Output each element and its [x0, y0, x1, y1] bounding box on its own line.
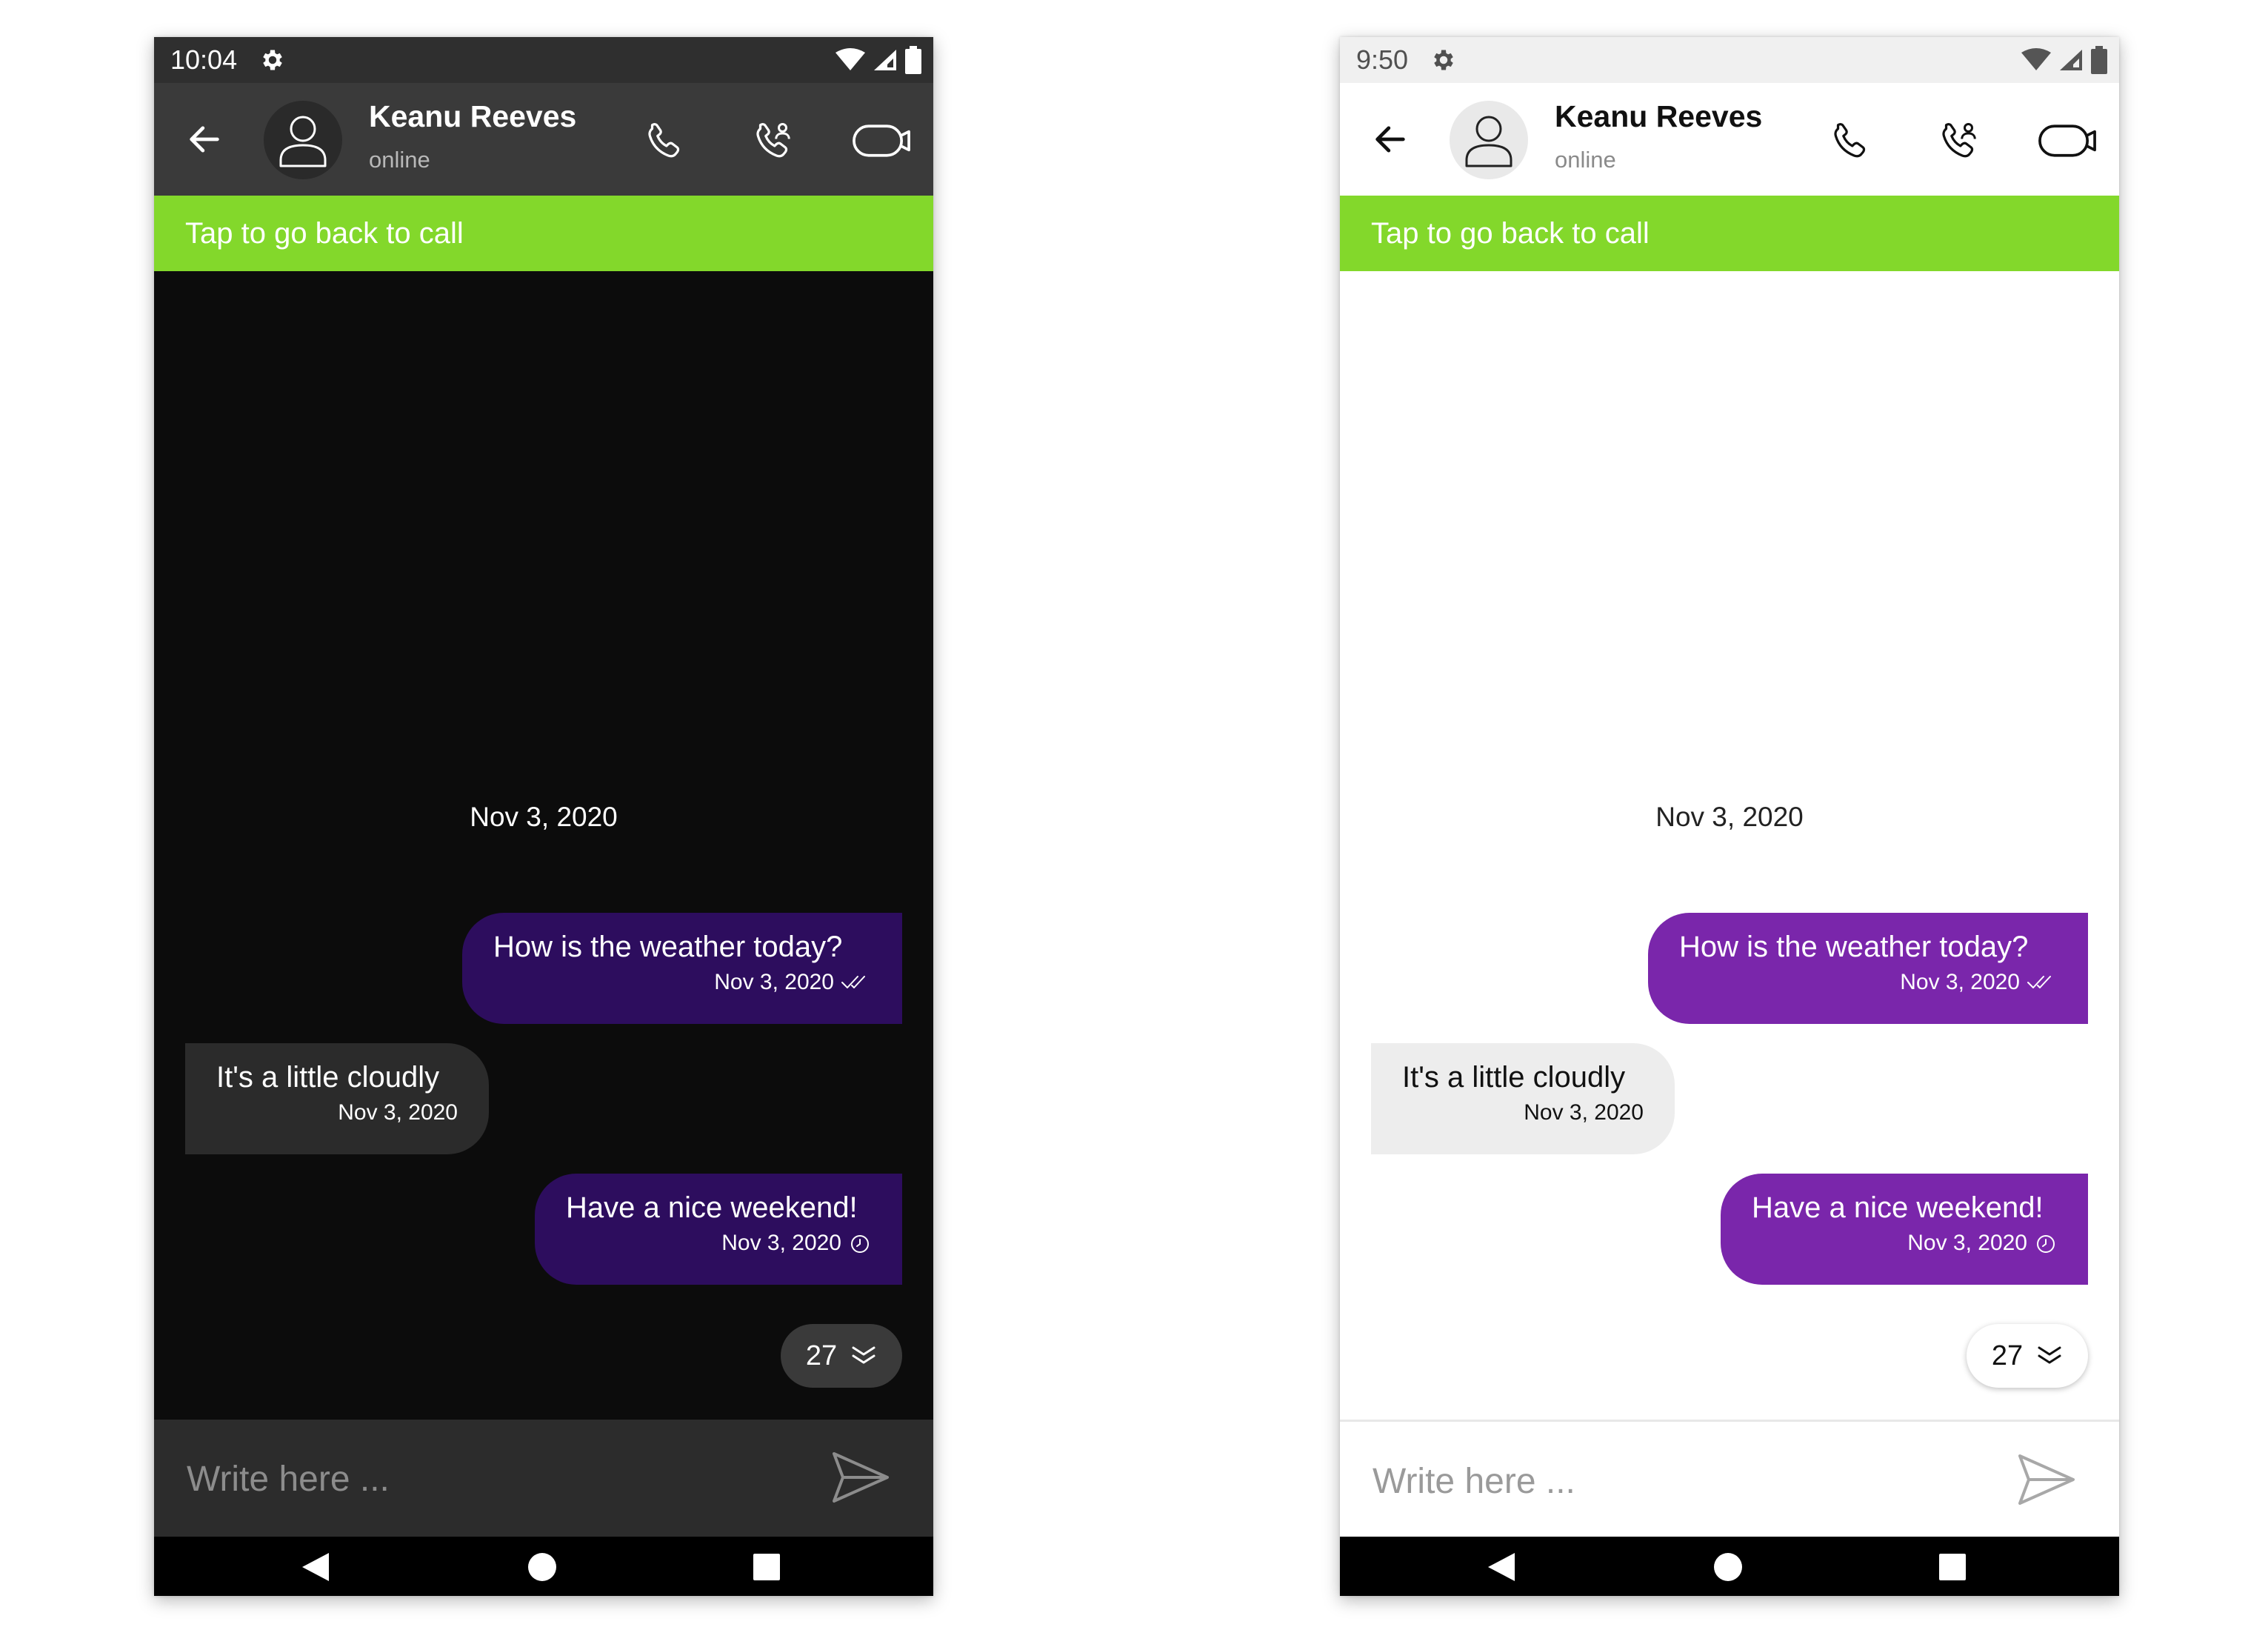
wifi-icon	[836, 48, 865, 70]
unread-count: 27	[1991, 1340, 2024, 1371]
contact-status: online	[369, 147, 430, 173]
status-bar: 9:50	[1340, 37, 2119, 83]
chat-header: Keanu Reeves online	[154, 83, 933, 196]
settings-gear-icon	[1434, 50, 1453, 70]
battery-icon	[905, 46, 921, 74]
message-list[interactable]: Nov 3, 2020 How is the weather today? No…	[154, 271, 933, 1420]
message-composer	[1340, 1420, 2119, 1537]
contact-avatar[interactable]	[264, 101, 342, 179]
message-time: Nov 3, 2020	[1907, 1231, 2027, 1255]
date-separator: Nov 3, 2020	[1655, 802, 1804, 832]
chat-screen-light: 9:50 Keanu Reeves online Tap to go back …	[1340, 37, 2119, 1596]
chat-screen-dark: 10:04 Keanu Reeves online Tap to go back…	[154, 37, 933, 1596]
user-icon	[1465, 116, 1512, 167]
video-call-icon[interactable]	[2036, 119, 2098, 163]
group-call-icon[interactable]	[751, 119, 796, 163]
back-arrow-icon[interactable]	[185, 120, 224, 159]
message-bubble-outgoing[interactable]: Have a nice weekend! Nov 3, 2020	[1721, 1174, 2088, 1285]
video-call-icon[interactable]	[850, 119, 913, 163]
phone-call-icon[interactable]	[643, 119, 687, 163]
nav-back-icon[interactable]	[301, 1551, 330, 1583]
message-time: Nov 3, 2020	[1524, 1100, 1644, 1125]
contact-status: online	[1555, 147, 1616, 173]
user-icon	[279, 116, 327, 167]
message-time: Nov 3, 2020	[721, 1231, 841, 1255]
scroll-to-bottom-button[interactable]: 27	[781, 1324, 902, 1388]
wifi-icon	[2021, 48, 2051, 70]
return-to-call-banner[interactable]: Tap to go back to call	[154, 196, 933, 271]
message-bubble-outgoing[interactable]: How is the weather today? Nov 3, 2020	[462, 913, 902, 1024]
message-time: Nov 3, 2020	[338, 1100, 458, 1125]
chat-header: Keanu Reeves online	[1340, 83, 2119, 196]
phone-call-icon[interactable]	[1829, 119, 1873, 163]
send-icon[interactable]	[831, 1451, 890, 1504]
unread-count: 27	[805, 1340, 838, 1371]
nav-home-icon[interactable]	[527, 1552, 557, 1582]
message-input[interactable]	[1371, 1454, 1981, 1508]
contact-name[interactable]: Keanu Reeves	[369, 99, 576, 134]
status-time: 9:50	[1356, 44, 1409, 75]
message-text: Have a nice weekend!	[1752, 1191, 2044, 1224]
double-chevron-down-icon	[2038, 1346, 2061, 1364]
message-list[interactable]: Nov 3, 2020 How is the weather today? No…	[1340, 271, 2119, 1420]
message-text: It's a little cloudly	[1402, 1061, 1626, 1094]
message-composer	[154, 1420, 933, 1537]
clock-icon	[2037, 1235, 2055, 1253]
double-check-icon	[2027, 976, 2051, 988]
message-input[interactable]	[185, 1452, 796, 1506]
contact-avatar[interactable]	[1450, 101, 1528, 179]
status-time: 10:04	[170, 44, 238, 75]
message-bubble-outgoing[interactable]: Have a nice weekend! Nov 3, 2020	[535, 1174, 902, 1285]
nav-recents-icon[interactable]	[1938, 1553, 1967, 1581]
settings-gear-icon	[263, 50, 282, 70]
message-text: It's a little cloudly	[216, 1061, 440, 1094]
message-bubble-incoming[interactable]: It's a little cloudly Nov 3, 2020	[1371, 1043, 1675, 1154]
message-bubble-outgoing[interactable]: How is the weather today? Nov 3, 2020	[1648, 913, 2088, 1024]
cellular-signal-icon	[2060, 50, 2082, 70]
group-call-icon[interactable]	[1937, 119, 1981, 163]
system-navigation-bar	[1340, 1537, 2119, 1596]
message-time: Nov 3, 2020	[1900, 970, 2020, 994]
return-to-call-banner[interactable]: Tap to go back to call	[1340, 196, 2119, 271]
message-time: Nov 3, 2020	[714, 970, 834, 994]
clock-icon	[851, 1235, 869, 1253]
message-text: How is the weather today?	[1679, 931, 2029, 963]
double-chevron-down-icon	[852, 1346, 875, 1364]
nav-recents-icon[interactable]	[753, 1553, 781, 1581]
back-arrow-icon[interactable]	[1371, 120, 1410, 159]
nav-back-icon[interactable]	[1487, 1551, 1516, 1583]
double-check-icon	[841, 976, 865, 988]
status-bar: 10:04	[154, 37, 933, 83]
scroll-to-bottom-button[interactable]: 27	[1967, 1324, 2088, 1388]
contact-name[interactable]: Keanu Reeves	[1555, 99, 1762, 134]
nav-home-icon[interactable]	[1713, 1552, 1743, 1582]
date-separator: Nov 3, 2020	[470, 802, 618, 832]
cellular-signal-icon	[874, 50, 896, 70]
send-icon[interactable]	[2017, 1453, 2076, 1506]
message-text: How is the weather today?	[493, 931, 843, 963]
status-indicators	[2021, 44, 2107, 76]
message-bubble-incoming[interactable]: It's a little cloudly Nov 3, 2020	[185, 1043, 489, 1154]
system-navigation-bar	[154, 1537, 933, 1596]
battery-icon	[2091, 46, 2107, 74]
status-indicators	[836, 44, 921, 76]
message-text: Have a nice weekend!	[566, 1191, 858, 1224]
